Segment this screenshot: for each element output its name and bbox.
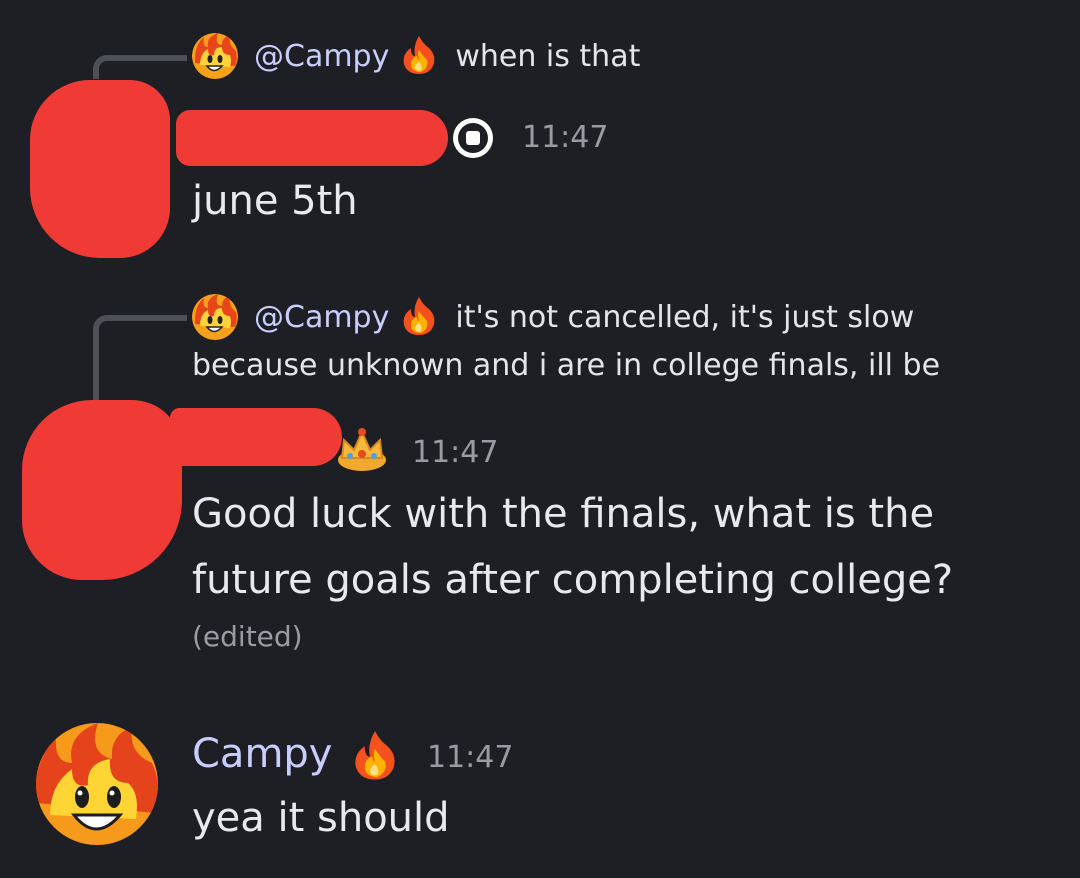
message-content-line: future goals after completing college? [192, 557, 954, 603]
fire-emoji-icon [401, 34, 437, 78]
reply-preview[interactable]: @Campy when is that [192, 33, 640, 79]
reply-text-continued: because unknown and i are in college fin… [192, 348, 941, 383]
fire-face-icon [192, 294, 238, 340]
reply-connector [93, 55, 187, 79]
redacted-avatar [22, 400, 182, 580]
fire-emoji-icon [401, 295, 437, 339]
avatar[interactable] [36, 723, 158, 849]
edited-label: (edited) [192, 620, 303, 653]
reply-text: it's not cancelled, it's just slow [455, 299, 915, 335]
reply-preview[interactable]: @Campy it's not cancelled, it's just slo… [192, 294, 914, 340]
author-name[interactable]: Campy [192, 731, 332, 777]
reply-mention[interactable]: @Campy [254, 300, 389, 335]
message-content: june 5th [192, 178, 358, 224]
reply-connector [93, 315, 187, 413]
crown-emoji-icon [336, 424, 388, 476]
reply-mention[interactable]: @Campy [254, 39, 389, 74]
message-content-line: Good luck with the finals, what is the [192, 491, 935, 537]
message-content: yea it should [192, 795, 450, 841]
message-timestamp: 11:47 [412, 435, 499, 470]
fire-face-icon [36, 723, 158, 845]
fire-face-icon [192, 33, 238, 79]
roblox-logo-icon [452, 117, 494, 163]
redacted-avatar [30, 80, 170, 258]
message-timestamp: 11:47 [522, 120, 609, 155]
message-timestamp: 11:47 [427, 740, 514, 775]
fire-emoji-icon [352, 728, 398, 784]
reply-text: when is that [455, 38, 641, 74]
chat-view: @Campy when is that 11:47 june 5th @Camp… [0, 0, 1080, 878]
redacted-username [176, 110, 448, 166]
redacted-username [170, 408, 342, 466]
